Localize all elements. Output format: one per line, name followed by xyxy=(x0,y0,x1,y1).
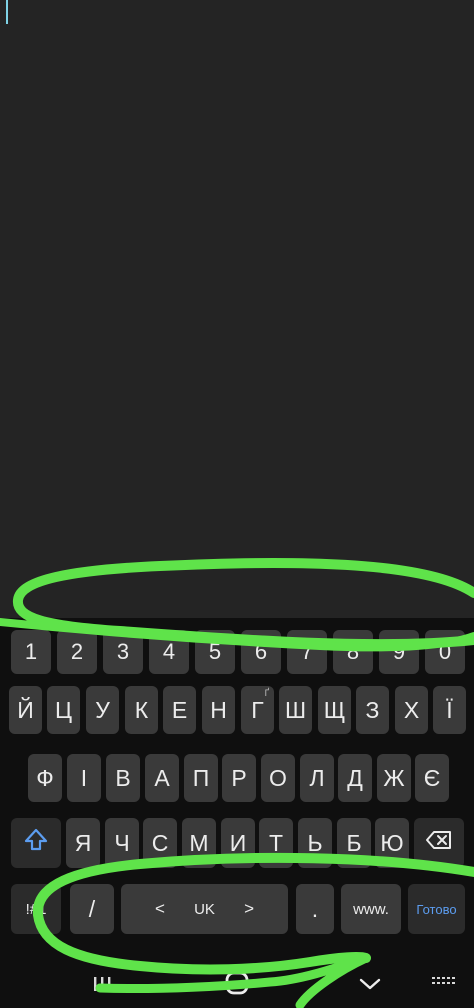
shift-key[interactable] xyxy=(11,818,61,868)
key-5[interactable]: 5 xyxy=(195,630,235,674)
slash-key[interactable]: / xyxy=(70,884,114,934)
space-left-arrow: < xyxy=(155,899,165,918)
key-letter[interactable]: Ї xyxy=(433,686,466,734)
key-letter[interactable]: Ф xyxy=(28,754,62,802)
keyboard-switch-icon[interactable] xyxy=(424,967,464,997)
done-key[interactable]: Готово xyxy=(408,884,465,934)
shift-arrow-icon xyxy=(23,827,49,859)
key-letter-label: Г xyxy=(251,696,264,723)
key-letter[interactable]: Р xyxy=(222,754,256,802)
language-label: UK xyxy=(194,900,215,918)
key-1[interactable]: 1 xyxy=(11,630,51,674)
key-letter[interactable]: К xyxy=(125,686,158,734)
key-letter[interactable]: Х xyxy=(395,686,428,734)
key-letter[interactable]: Й xyxy=(9,686,42,734)
key-letter[interactable]: Ж xyxy=(377,754,411,802)
key-letter[interactable]: І xyxy=(67,754,101,802)
home-icon[interactable] xyxy=(217,963,257,1003)
key-letter[interactable]: Ч xyxy=(105,818,139,868)
key-letter[interactable]: Щ xyxy=(318,686,351,734)
key-letter[interactable]: Б xyxy=(337,818,371,868)
hide-keyboard-chevron-icon[interactable] xyxy=(350,967,390,1001)
key-4[interactable]: 4 xyxy=(149,630,189,674)
key-letter[interactable]: М xyxy=(182,818,216,868)
key-letter[interactable]: В xyxy=(106,754,140,802)
period-key[interactable]: . xyxy=(296,884,334,934)
key-letter[interactable]: З xyxy=(356,686,389,734)
key-7[interactable]: 7 xyxy=(287,630,327,674)
backspace-key[interactable] xyxy=(414,818,464,868)
key-8[interactable]: 8 xyxy=(333,630,373,674)
key-0[interactable]: 0 xyxy=(425,630,465,674)
key-letter[interactable]: Т xyxy=(259,818,293,868)
key-letter[interactable]: И xyxy=(221,818,255,868)
space-right-arrow: > xyxy=(244,899,254,918)
key-letter[interactable]: Ь xyxy=(298,818,332,868)
key-letter[interactable]: С xyxy=(143,818,177,868)
key-9[interactable]: 9 xyxy=(379,630,419,674)
key-letter[interactable]: Ю xyxy=(375,818,409,868)
key-6[interactable]: 6 xyxy=(241,630,281,674)
key-letter[interactable]: Л xyxy=(300,754,334,802)
key-3[interactable]: 3 xyxy=(103,630,143,674)
text-input-area[interactable] xyxy=(0,0,474,618)
key-letter[interactable]: У xyxy=(86,686,119,734)
text-cursor xyxy=(6,0,8,24)
key-letter[interactable]: А xyxy=(145,754,179,802)
key-letter[interactable]: П xyxy=(184,754,218,802)
key-letter[interactable]: Ш xyxy=(279,686,312,734)
recent-apps-icon[interactable] xyxy=(82,969,122,999)
www-key[interactable]: www. xyxy=(341,884,401,934)
space-bar[interactable]: < UK > xyxy=(121,884,288,934)
key-letter[interactable]: Я xyxy=(66,818,100,868)
key-letter[interactable]: Ц xyxy=(47,686,80,734)
key-letter[interactable]: Н xyxy=(202,686,235,734)
key-hint-label: Ґ xyxy=(264,688,269,698)
key-letter[interactable]: О xyxy=(261,754,295,802)
key-2[interactable]: 2 xyxy=(57,630,97,674)
backspace-icon xyxy=(425,829,453,857)
key-letter[interactable]: Е xyxy=(163,686,196,734)
key-letter[interactable]: Д xyxy=(338,754,372,802)
symbols-key[interactable]: !#1 xyxy=(11,884,61,934)
key-letter[interactable]: Г Ґ xyxy=(241,686,274,734)
on-screen-keyboard: 1 2 3 4 5 6 7 8 9 0 Й Ц У К Е Н Г Ґ Ш Щ … xyxy=(0,618,474,1008)
key-letter[interactable]: Є xyxy=(415,754,449,802)
navigation-bar xyxy=(0,955,474,1008)
